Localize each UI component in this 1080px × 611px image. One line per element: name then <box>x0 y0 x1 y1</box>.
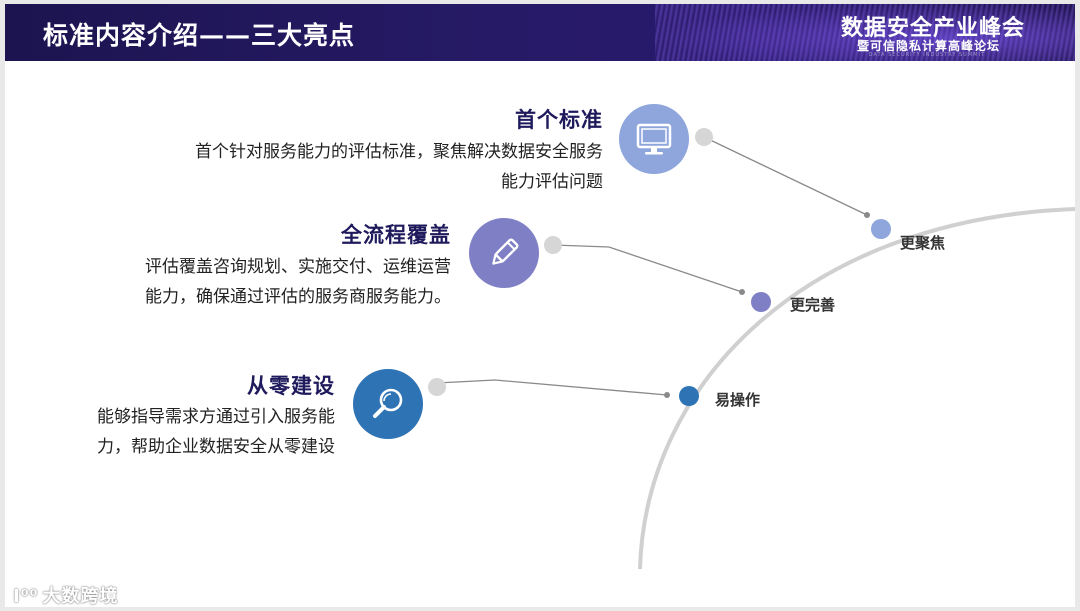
feature-desc-3-line-2: 力，帮助企业数据安全从零建设 <box>97 437 335 457</box>
feature-desc-1-line-2: 能力评估问题 <box>501 172 603 192</box>
feature-desc-1-line-1: 首个针对服务能力的评估标准，聚焦解决数据安全服务 <box>195 142 603 162</box>
feature-desc-1: 首个针对服务能力的评估标准，聚焦解决数据安全服务 能力评估问题 <box>45 137 603 197</box>
watermark-text: 大数跨境 <box>42 586 119 607</box>
feature-icon-circle-1 <box>619 104 689 174</box>
search-icon <box>373 388 403 418</box>
feature-title-1: 首个标准 <box>515 108 603 132</box>
arc-label-2: 更完善 <box>790 296 836 314</box>
connector-line-1 <box>703 136 868 216</box>
connector-start-dot-2 <box>544 236 562 254</box>
feature-desc-2-line-1: 评估覆盖咨询规划、实施交付、运维运营 <box>145 257 451 277</box>
connector-start-dot-1 <box>695 128 713 146</box>
arc-dot-3 <box>679 386 699 406</box>
watermark: I⁰⁰ 大数跨境 <box>13 582 118 607</box>
feature-desc-3: 能够指导需求方通过引入服务能 力，帮助企业数据安全从零建设 <box>25 402 335 462</box>
connector-line-2 <box>552 244 743 293</box>
connector-end-dot-1 <box>864 212 870 218</box>
feature-desc-2-line-2: 能力，确保通过评估的服务商服务能力。 <box>145 287 451 307</box>
feature-icon-circle-2 <box>469 218 539 288</box>
feature-icon-circle-3 <box>353 369 423 439</box>
timeline-arc <box>638 207 1075 570</box>
arc-dot-1 <box>871 219 891 239</box>
arc-label-1: 更聚焦 <box>900 234 946 252</box>
connector-end-dot-2 <box>739 289 745 295</box>
arc-dot-2 <box>751 292 771 312</box>
connector-start-dot-3 <box>428 378 446 396</box>
feature-desc-2: 评估覆盖咨询规划、实施交付、运维运营 能力，确保通过评估的服务商服务能力。 <box>45 252 451 312</box>
arc-label-3: 易操作 <box>715 391 761 409</box>
feature-title-2: 全流程覆盖 <box>341 223 451 247</box>
connector-line-3 <box>436 379 668 396</box>
pencil-icon <box>492 238 519 265</box>
watermark-logo: I⁰⁰ <box>13 586 39 607</box>
slide: 标准内容介绍——三大亮点 数据安全产业峰会 暨可信隐私计算高峰论坛 DATA S… <box>5 4 1075 607</box>
feature-desc-3-line-1: 能够指导需求方通过引入服务能 <box>97 407 335 427</box>
monitor-icon <box>636 123 672 155</box>
connector-end-dot-3 <box>664 392 670 398</box>
feature-title-3: 从零建设 <box>247 374 335 398</box>
